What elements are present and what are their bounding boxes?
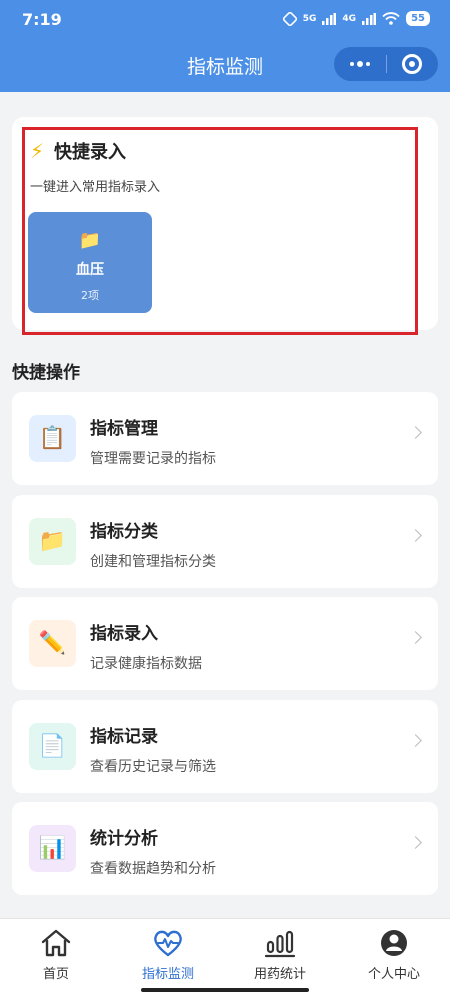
signal-icon-2 bbox=[362, 12, 377, 25]
action-card-indicator-records[interactable]: 📄 指标记录 查看历史记录与筛选 bbox=[12, 700, 438, 793]
status-bar: 7:19 5G 4G 55 bbox=[0, 0, 450, 38]
person-icon bbox=[378, 927, 410, 959]
chevron-right-icon bbox=[409, 631, 422, 644]
tile-count: 2项 bbox=[81, 289, 99, 302]
section-title: 快捷操作 bbox=[12, 363, 80, 383]
action-name: 指标记录 bbox=[90, 727, 158, 747]
action-desc: 记录健康指标数据 bbox=[90, 656, 202, 672]
action-name: 指标录入 bbox=[90, 624, 158, 644]
quick-entry-header: ⚡ 快捷录入 bbox=[30, 138, 126, 164]
action-card-statistics[interactable]: 📊 统计分析 查看数据趋势和分析 bbox=[12, 802, 438, 895]
chevron-right-icon bbox=[409, 836, 422, 849]
action-desc: 查看数据趋势和分析 bbox=[90, 861, 216, 877]
bar-chart-icon: 📊 bbox=[29, 825, 76, 872]
clipboard-icon: 📋 bbox=[29, 415, 76, 462]
quick-entry-subtitle: 一键进入常用指标录入 bbox=[30, 180, 161, 195]
action-name: 统计分析 bbox=[90, 829, 158, 849]
target-circle-icon bbox=[402, 54, 423, 74]
tab-indicator-monitoring[interactable]: 指标监测 bbox=[112, 927, 224, 987]
action-name: 指标管理 bbox=[90, 419, 158, 439]
network-5g-label: 5G bbox=[302, 13, 317, 24]
chevron-right-icon bbox=[409, 529, 422, 542]
heart-pulse-icon bbox=[152, 927, 184, 959]
status-icons: 5G 4G 55 bbox=[282, 11, 430, 26]
tab-label: 个人中心 bbox=[367, 967, 420, 982]
action-card-indicator-entry[interactable]: ✏️ 指标录入 记录健康指标数据 bbox=[12, 597, 438, 690]
mini-program-capsule bbox=[334, 47, 438, 81]
tab-medication-stats[interactable]: 用药统计 bbox=[224, 927, 336, 987]
network-4g-label: 4G bbox=[342, 13, 357, 24]
app-header: 7:19 5G 4G 55 指标监测 bbox=[0, 0, 450, 92]
chevron-right-icon bbox=[409, 734, 422, 747]
tab-home[interactable]: 首页 bbox=[0, 927, 112, 987]
action-desc: 管理需要记录的指标 bbox=[90, 451, 216, 467]
action-card-indicator-category[interactable]: 📁 指标分类 创建和管理指标分类 bbox=[12, 495, 438, 588]
chevron-right-icon bbox=[409, 426, 422, 439]
blood-pressure-tile[interactable]: 📁 血压 2项 bbox=[28, 212, 152, 313]
folder-icon: 📁 bbox=[78, 230, 102, 251]
home-indicator bbox=[141, 988, 309, 992]
status-time: 7:19 bbox=[22, 10, 62, 29]
quick-entry-title: 快捷录入 bbox=[54, 142, 127, 163]
folder-icon: 📁 bbox=[29, 518, 76, 565]
more-button[interactable] bbox=[334, 47, 386, 81]
bar-chart-icon bbox=[264, 927, 296, 959]
tab-personal-center[interactable]: 个人中心 bbox=[338, 927, 450, 987]
pencil-icon: ✏️ bbox=[29, 620, 76, 667]
tab-label: 首页 bbox=[42, 967, 69, 982]
action-desc: 查看历史记录与筛选 bbox=[90, 759, 216, 775]
tab-label: 指标监测 bbox=[141, 967, 194, 982]
tab-label: 用药统计 bbox=[253, 967, 306, 982]
more-dots-icon bbox=[349, 61, 370, 67]
lightning-icon: ⚡ bbox=[30, 139, 45, 163]
signal-icon bbox=[322, 12, 337, 25]
wifi-icon bbox=[382, 12, 400, 25]
action-name: 指标分类 bbox=[90, 522, 158, 542]
action-card-indicator-management[interactable]: 📋 指标管理 管理需要记录的指标 bbox=[12, 392, 438, 485]
document-icon: 📄 bbox=[29, 723, 76, 770]
nfc-icon bbox=[282, 11, 297, 26]
action-desc: 创建和管理指标分类 bbox=[90, 554, 216, 570]
tile-name: 血压 bbox=[76, 262, 104, 278]
home-icon bbox=[40, 927, 72, 959]
close-mini-program-button[interactable] bbox=[387, 47, 439, 81]
battery-indicator: 55 bbox=[406, 11, 430, 26]
